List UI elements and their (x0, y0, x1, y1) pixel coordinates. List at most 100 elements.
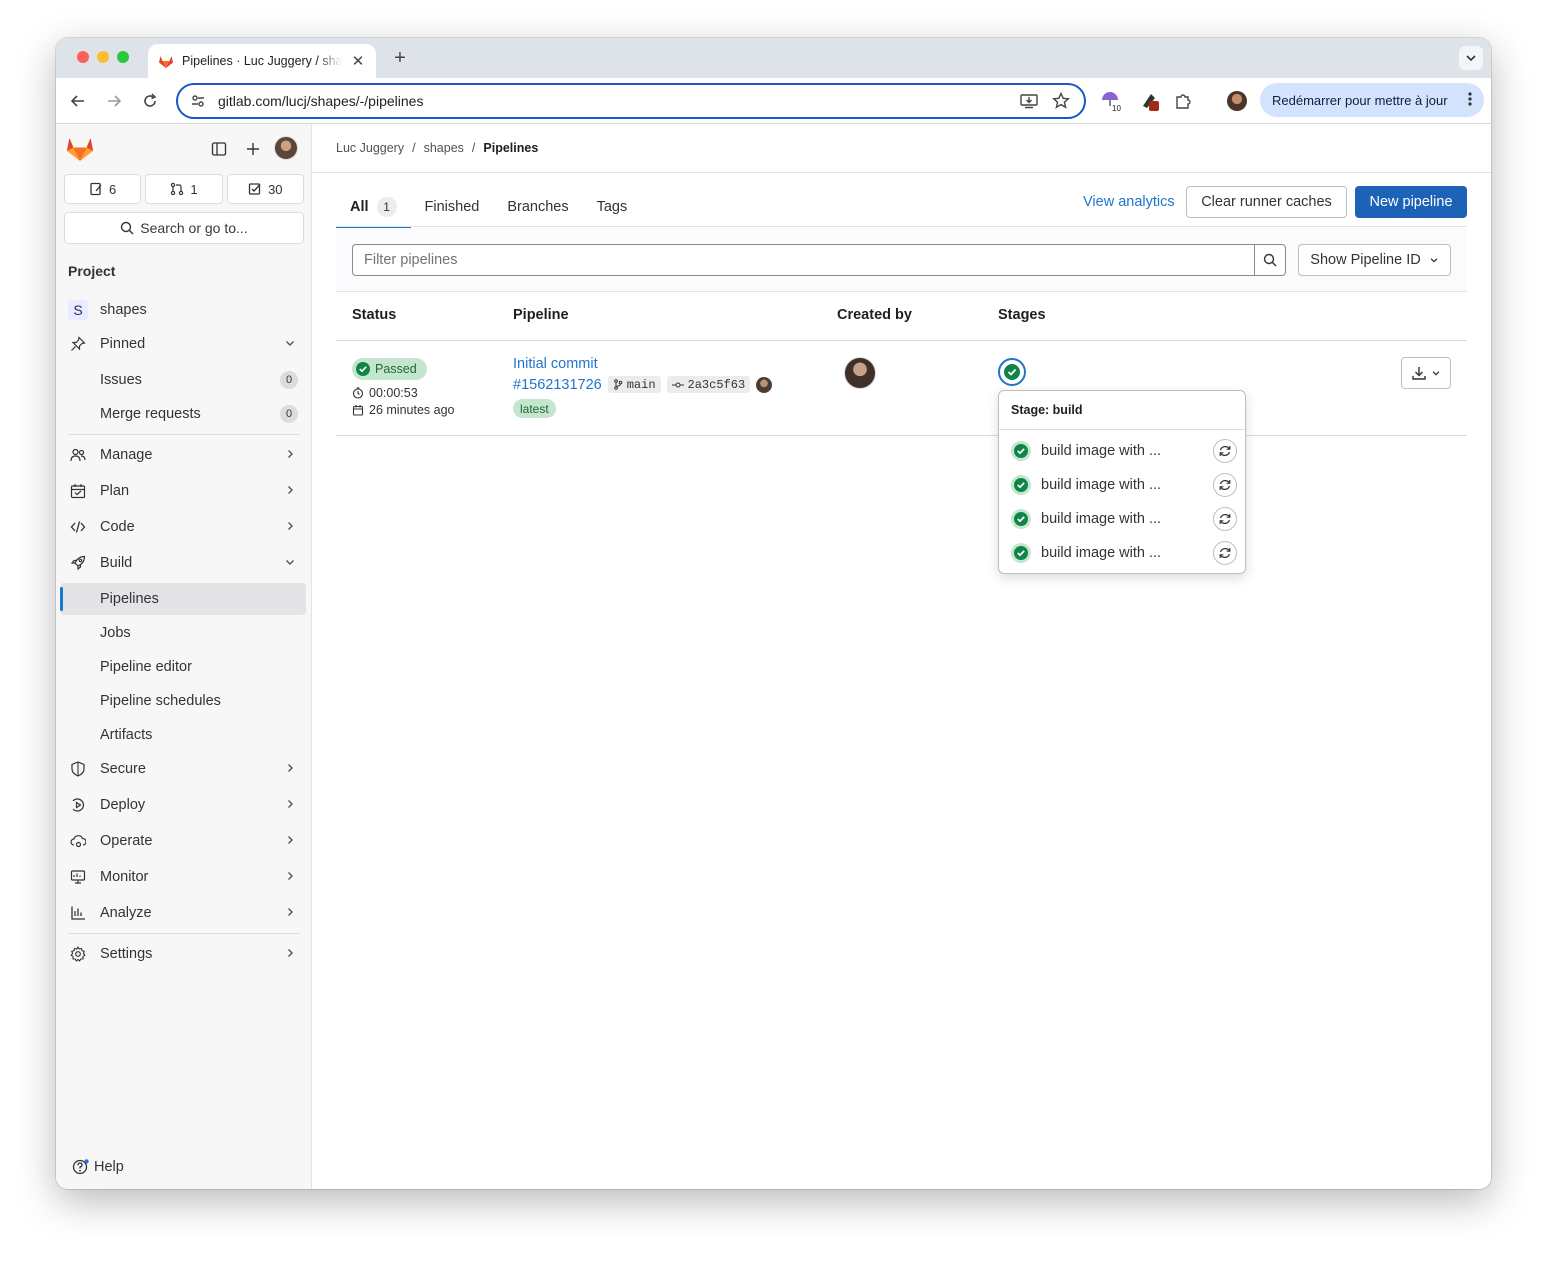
search-icon (121, 221, 134, 235)
reload-icon[interactable] (139, 90, 161, 112)
commit-chip[interactable]: 2a3c5f63 (666, 376, 751, 393)
sidebar-item-manage[interactable]: Manage (60, 439, 306, 471)
install-app-icon[interactable] (1018, 93, 1040, 109)
pipeline-commit-title-link[interactable]: Initial commit (513, 356, 598, 372)
close-window-button[interactable] (77, 51, 89, 63)
tab-all[interactable]: All 1 (336, 186, 411, 228)
tab-finished[interactable]: Finished (411, 186, 494, 228)
chevron-down-icon (1432, 371, 1440, 376)
user-avatar[interactable] (274, 136, 298, 160)
job-name: build image with ... (1041, 477, 1162, 493)
filter-pipelines-input[interactable]: Filter pipelines (352, 244, 1256, 276)
create-new-icon[interactable] (242, 138, 264, 160)
job-name: build image with ... (1041, 511, 1162, 527)
code-icon (70, 519, 86, 535)
view-analytics-link[interactable]: View analytics (1083, 194, 1175, 210)
job-item[interactable]: build image with ... (1011, 536, 1237, 570)
extensions-puzzle-icon[interactable] (1172, 90, 1194, 112)
sidebar-item-analyze[interactable]: Analyze (60, 897, 306, 929)
branch-chip[interactable]: main (607, 376, 661, 393)
tab-branches[interactable]: Branches (493, 186, 582, 228)
extension-pen-icon[interactable] (1139, 90, 1161, 112)
sidebar-item-pipeline-schedules[interactable]: Pipeline schedules (60, 685, 306, 717)
sidebar-item-pinned[interactable]: Pinned (60, 328, 306, 360)
chevron-right-icon (284, 870, 296, 882)
retry-icon[interactable] (1213, 541, 1237, 565)
breadcrumb-current[interactable]: Pipelines (483, 141, 538, 155)
breadcrumb-link-project[interactable]: shapes (424, 141, 464, 155)
button-label: Clear runner caches (1201, 194, 1332, 210)
tab-tags[interactable]: Tags (583, 186, 642, 228)
stage-build-button[interactable] (998, 358, 1026, 386)
site-settings-icon[interactable] (190, 93, 206, 109)
chevron-right-icon (284, 834, 296, 846)
breadcrumb-link-owner[interactable]: Luc Juggery (336, 141, 404, 155)
sidebar-item-operate[interactable]: Operate (60, 825, 306, 857)
sidebar-item-secure[interactable]: Secure (60, 753, 306, 785)
sidebar-item-code[interactable]: Code (60, 511, 306, 543)
retry-icon[interactable] (1213, 439, 1237, 463)
sidebar-item-label: Deploy (100, 797, 146, 813)
toggle-sidebar-icon[interactable] (208, 138, 230, 160)
tab-close-icon[interactable]: ✕ (350, 52, 366, 70)
main-content: Luc Juggery / shapes / Pipelines All 1 F… (312, 124, 1491, 1189)
popover-title: Stage: build (1011, 403, 1083, 417)
sidebar-item-deploy[interactable]: Deploy (60, 789, 306, 821)
clear-runner-caches-button[interactable]: Clear runner caches (1186, 186, 1347, 218)
sidebar-item-settings[interactable]: Settings (60, 938, 306, 970)
branch-name: main (626, 377, 656, 392)
tab-search-icon[interactable] (1459, 46, 1483, 70)
deploy-icon (70, 797, 86, 813)
retry-icon[interactable] (1213, 507, 1237, 531)
gitlab-logo-icon[interactable] (66, 135, 94, 162)
commit-author-avatar[interactable] (756, 376, 773, 393)
restart-label: Redémarrer pour mettre à jour (1272, 92, 1448, 108)
sidebar-item-build[interactable]: Build (60, 547, 306, 579)
sidebar-item-pipeline-editor[interactable]: Pipeline editor (60, 651, 306, 683)
new-pipeline-button[interactable]: New pipeline (1355, 186, 1467, 218)
sidebar-item-monitor[interactable]: Monitor (60, 861, 306, 893)
pipeline-id-link[interactable]: #1562131726 (513, 377, 602, 393)
status-badge[interactable]: Passed (352, 358, 427, 380)
browser-tab[interactable]: Pipelines · Luc Juggery / shapes ✕ (148, 44, 376, 78)
sidebar-item-artifacts[interactable]: Artifacts (60, 719, 306, 751)
search-button[interactable]: Search or go to... (64, 212, 304, 244)
job-item[interactable]: build image with ... (1011, 434, 1237, 468)
forward-icon[interactable] (103, 90, 125, 112)
merge-requests-counter[interactable]: 1 (145, 174, 223, 204)
job-item[interactable]: build image with ... (1011, 468, 1237, 502)
pipeline-id-row: #1562131726 main 2a3c5f63 (513, 376, 773, 393)
profile-avatar[interactable] (1226, 90, 1248, 112)
extension-umbrella-icon[interactable]: 10 (1100, 90, 1122, 112)
assigned-issues-counter[interactable]: 6 (64, 174, 142, 204)
created-by-avatar[interactable] (844, 357, 876, 389)
sidebar-item-label: Secure (100, 761, 146, 777)
download-artifacts-dropdown[interactable] (1401, 357, 1451, 389)
sidebar-item-project[interactable]: S shapes (60, 294, 306, 326)
sidebar-item-pipelines[interactable]: Pipelines (60, 583, 306, 615)
minimize-window-button[interactable] (97, 51, 109, 63)
address-bar[interactable]: gitlab.com/lucj/shapes/-/pipelines (176, 83, 1086, 119)
back-icon[interactable] (67, 90, 89, 112)
column-header-pipeline: Pipeline (513, 307, 569, 323)
help-button[interactable]: Help (72, 1158, 124, 1176)
browser-menu-icon[interactable] (1468, 91, 1472, 107)
branch-icon (613, 379, 623, 390)
job-item[interactable]: build image with ... (1011, 502, 1237, 536)
bookmark-star-icon[interactable] (1050, 92, 1072, 110)
todos-counter[interactable]: 30 (226, 174, 304, 204)
new-tab-icon[interactable]: + (390, 47, 410, 70)
sidebar-item-plan[interactable]: Plan (60, 475, 306, 507)
sidebar-item-jobs[interactable]: Jobs (60, 617, 306, 649)
filter-search-button[interactable] (1254, 244, 1286, 276)
gear-icon (70, 946, 86, 962)
popover-divider (999, 429, 1245, 430)
maximize-window-button[interactable] (117, 51, 129, 63)
sidebar-item-merge-requests[interactable]: Merge requests 0 (60, 398, 306, 430)
restart-to-update-button[interactable]: Redémarrer pour mettre à jour (1260, 83, 1484, 117)
retry-icon[interactable] (1213, 473, 1237, 497)
show-pipeline-id-dropdown[interactable]: Show Pipeline ID (1298, 244, 1451, 276)
job-name: build image with ... (1041, 443, 1162, 459)
sidebar-item-issues[interactable]: Issues 0 (60, 364, 306, 396)
help-icon (72, 1158, 90, 1176)
